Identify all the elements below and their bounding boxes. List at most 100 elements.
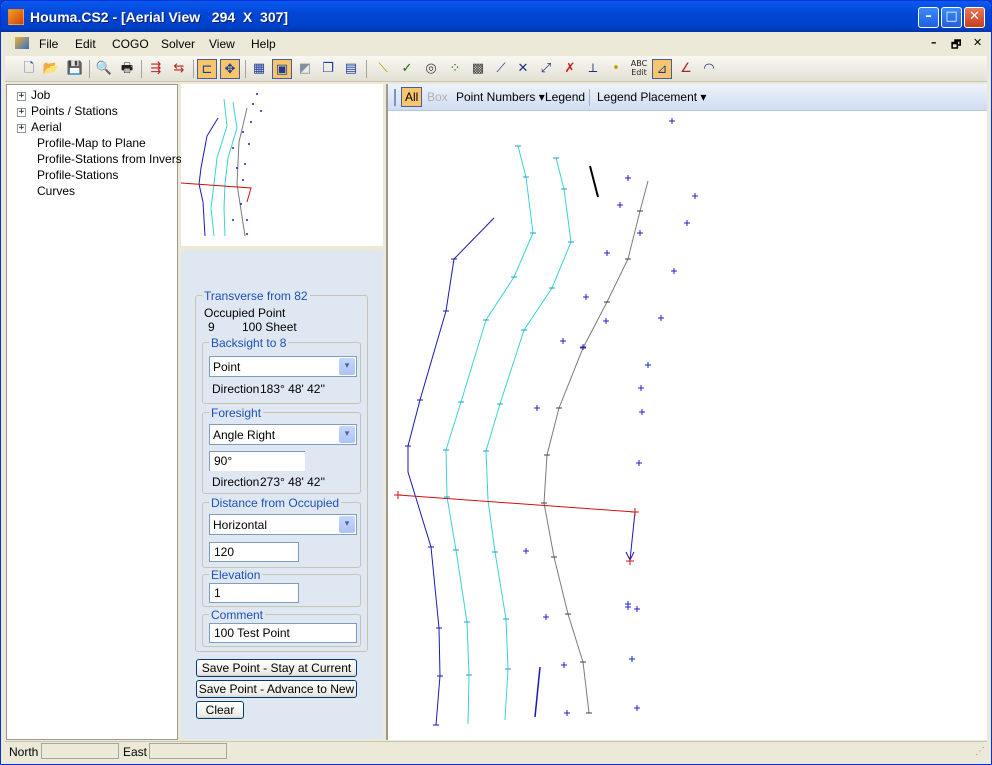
map-line-black xyxy=(589,165,599,198)
map-tick-marks xyxy=(405,145,643,726)
tree-node-label: Aerial xyxy=(31,120,62,134)
menu-cogo[interactable]: COGO xyxy=(112,37,149,51)
print-preview-icon[interactable]: 🔍 xyxy=(94,59,114,79)
polyline-icon[interactable]: ⟋ xyxy=(491,59,511,79)
survey-point-marker xyxy=(634,705,640,711)
survey-point-marker xyxy=(645,362,651,368)
offset-icon[interactable]: ⤢ xyxy=(536,59,556,79)
overview-map-canvas[interactable] xyxy=(180,84,383,246)
comment-input[interactable]: 100 Test Point xyxy=(209,623,357,643)
save-icon[interactable]: 💾 xyxy=(65,59,85,79)
aerial-map-view[interactable]: All Box Point Numbers ▾ Legend Legend Pl… xyxy=(386,84,987,740)
overview-line-red xyxy=(180,182,252,203)
new-icon[interactable]: 🗋 xyxy=(19,59,39,79)
toolbar-separator xyxy=(89,60,90,78)
tree-node-job[interactable]: + Job xyxy=(17,88,50,102)
foresight-type-select[interactable]: Angle Right ▾ xyxy=(209,424,357,445)
panel-icon[interactable]: ▤ xyxy=(341,59,361,79)
menu-file[interactable]: File xyxy=(39,37,58,51)
import-icon[interactable]: ⇶ xyxy=(146,59,166,79)
zoom-extents-icon[interactable]: ✥ xyxy=(220,59,240,79)
arc-icon[interactable]: ◠ xyxy=(699,59,719,79)
angle-icon[interactable]: ∠ xyxy=(676,59,696,79)
copy-icon[interactable]: ❐ xyxy=(318,59,338,79)
save-point-stay-button[interactable]: Save Point - Stay at Current xyxy=(196,659,357,677)
dots-icon[interactable]: ⁘ xyxy=(445,59,465,79)
menu-solver[interactable]: Solver xyxy=(161,37,195,51)
expand-icon[interactable]: + xyxy=(17,108,26,117)
grid-icon[interactable]: ▦ xyxy=(249,59,269,79)
export-icon[interactable]: ⇆ xyxy=(169,59,189,79)
legend-button[interactable]: Legend xyxy=(545,90,585,104)
print-icon[interactable]: 🖶 xyxy=(117,59,137,79)
map-line-gray xyxy=(543,180,649,714)
target-icon[interactable]: ◎ xyxy=(421,59,441,79)
distance-type-select[interactable]: Horizontal ▾ xyxy=(209,514,357,535)
layer-icon[interactable]: ◩ xyxy=(295,59,315,79)
filter-all-button[interactable]: All xyxy=(401,87,423,107)
project-tree[interactable]: + Job + Points / Stations + Aerial Profile-… xyxy=(6,84,188,740)
filter-box-button[interactable]: Box xyxy=(427,90,448,104)
occupied-point-name: 100 Sheet xyxy=(242,320,297,334)
comment-title: Comment xyxy=(209,608,266,622)
tree-icon[interactable]: ⊏ xyxy=(197,59,217,79)
tree-node-profile-map-to-plane[interactable]: Profile-Map to Plane xyxy=(37,136,146,150)
backsight-type-select[interactable]: Point ▾ xyxy=(209,356,357,377)
foresight-direction-label: Direction xyxy=(212,475,260,489)
backsight-direction-label: Direction xyxy=(212,382,260,396)
survey-point-marker xyxy=(639,409,645,415)
survey-point-marker xyxy=(523,548,529,554)
intersect-icon[interactable]: ✕ xyxy=(513,59,533,79)
tree-node-points-stations[interactable]: + Points / Stations xyxy=(17,104,118,118)
overview-line-gray xyxy=(236,107,248,237)
menu-edit[interactable]: Edit xyxy=(75,37,96,51)
backsight-type-value: Point xyxy=(213,360,241,374)
tree-node-profile-stations[interactable]: Profile-Stations xyxy=(37,168,118,182)
aerial-map-canvas[interactable] xyxy=(388,111,987,739)
minimize-button[interactable]: – xyxy=(918,7,939,28)
document-icon[interactable] xyxy=(15,37,29,49)
open-icon[interactable]: 📂 xyxy=(41,59,61,79)
menu-view[interactable]: View xyxy=(209,37,235,51)
mdi-minimize-button[interactable]: – xyxy=(931,36,937,49)
window-icon[interactable]: ▣ xyxy=(272,59,292,79)
elevation-title: Elevation xyxy=(209,568,263,582)
traverse-icon[interactable]: ⊿ xyxy=(652,59,672,79)
legend-placement-dropdown[interactable]: Legend Placement ▾ xyxy=(597,90,706,104)
save-point-advance-button[interactable]: Save Point - Advance to New xyxy=(196,680,357,698)
clear-button[interactable]: Clear xyxy=(196,701,244,719)
foresight-angle-input[interactable]: 90° xyxy=(209,451,305,471)
resize-grip-icon[interactable]: ⋰ xyxy=(975,746,985,757)
expand-icon[interactable]: + xyxy=(17,92,26,101)
survey-point-marker xyxy=(560,338,566,344)
backsight-group: Backsight to 8 Point ▾ Direction 183° 48… xyxy=(202,336,361,404)
tree-node-aerial[interactable]: + Aerial xyxy=(17,120,62,134)
distance-input[interactable]: 120 xyxy=(209,542,299,562)
chevron-down-icon[interactable]: ▾ xyxy=(339,426,355,443)
point-icon[interactable]: • xyxy=(606,59,626,79)
cross-icon[interactable]: ✗ xyxy=(560,59,580,79)
maximize-button[interactable]: □ xyxy=(941,7,962,28)
overview-map[interactable] xyxy=(180,84,383,246)
tree-node-profile-stations-from-inverse[interactable]: Profile-Stations from Inverse xyxy=(37,152,188,166)
mdi-restore-button[interactable]: 🗗 xyxy=(951,36,961,55)
menu-help[interactable]: Help xyxy=(251,37,276,51)
elevation-input[interactable]: 1 xyxy=(209,583,299,603)
close-button[interactable]: ✕ xyxy=(964,7,985,28)
chevron-down-icon[interactable]: ▾ xyxy=(339,358,355,375)
tree-node-curves[interactable]: Curves xyxy=(37,184,75,198)
title-bar[interactable]: Houma.CS2 - [Aerial View 294 X 307] – □ … xyxy=(1,1,991,32)
survey-point-marker xyxy=(625,601,631,607)
app-icon xyxy=(8,9,24,25)
chevron-down-icon[interactable]: ▾ xyxy=(339,516,355,533)
map-line-red-leg xyxy=(629,511,636,561)
table-icon[interactable]: ▩ xyxy=(468,59,488,79)
abc-edit-icon[interactable]: ABC Edit xyxy=(629,59,649,79)
expand-icon[interactable]: + xyxy=(17,124,26,133)
perpendicular-icon[interactable]: ⟂ xyxy=(583,59,603,79)
mdi-close-button[interactable]: ✕ xyxy=(973,36,982,49)
line-icon[interactable]: ⟍ xyxy=(373,59,393,79)
check-icon[interactable]: ✓ xyxy=(397,59,417,79)
point-numbers-dropdown[interactable]: Point Numbers ▾ xyxy=(456,90,545,104)
foresight-direction-value: 273° 48' 42'' xyxy=(260,475,326,489)
